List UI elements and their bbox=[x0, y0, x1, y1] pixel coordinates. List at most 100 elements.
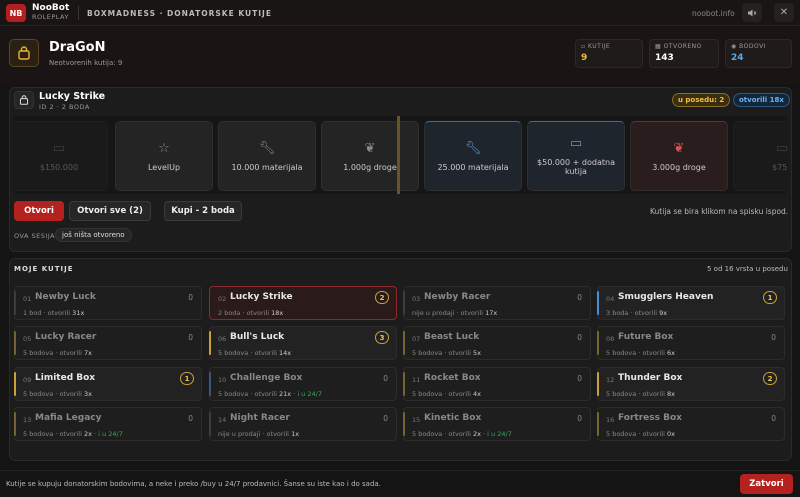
box-card[interactable]: 13 Mafia Legacy 5 bodova · otvorili 2x · i… bbox=[14, 407, 202, 441]
leaf-icon: ❦ bbox=[673, 140, 685, 156]
star-icon: ☆ bbox=[158, 140, 170, 156]
owned-count: 0 bbox=[577, 414, 582, 423]
box-card[interactable]: 05 Lucky Racer 5 bodova · otvorili 7x 0 bbox=[14, 326, 202, 360]
bag-icon bbox=[19, 95, 29, 105]
app-logo: NB bbox=[6, 4, 26, 22]
box-name: Newby Racer bbox=[424, 292, 491, 302]
owned-count-badge: 2 bbox=[375, 291, 389, 304]
stat-value: 9 bbox=[581, 53, 588, 63]
rarity-bar bbox=[403, 372, 405, 396]
box-card[interactable]: 06 Bull's Luck 5 bodova · otvorili 14x 3 bbox=[209, 326, 397, 360]
box-card[interactable]: 12 Thunder Box 5 bodova · otvorili 8x 2 bbox=[597, 367, 785, 401]
cash-icon: ▭ bbox=[52, 140, 66, 156]
box-card[interactable]: 07 Beast Luck 5 bodova · otvorili 5x 0 bbox=[403, 326, 591, 360]
cash-icon: ▭ bbox=[775, 140, 788, 156]
box-name: Future Box bbox=[618, 332, 674, 342]
stat-label: ▫ KUTIJE bbox=[581, 43, 611, 50]
owned-count-badge: 3 bbox=[375, 331, 389, 344]
reel-item: ▭ $150.000 bbox=[12, 121, 108, 191]
brand-sub: ROLEPLAY bbox=[32, 13, 69, 21]
box-number: 05 bbox=[23, 335, 32, 343]
selected-box-id: ID 2 · 2 BODA bbox=[39, 103, 90, 111]
stat-label: ◉ BODOVI bbox=[731, 43, 767, 50]
box-number: 10 bbox=[218, 376, 227, 384]
box-card[interactable]: 11 Rocket Box 5 bodova · otvorili 4x 0 bbox=[403, 367, 591, 401]
rarity-bar bbox=[597, 331, 599, 355]
box-card[interactable]: 16 Fortress Box 5 bodova · otvorili 0x 0 bbox=[597, 407, 785, 441]
owned-count: 0 bbox=[383, 414, 388, 423]
box-meta: 5 bodova · otvorili 21x · i u 24/7 bbox=[218, 390, 322, 398]
bag-icon-box bbox=[9, 39, 39, 67]
box-number: 14 bbox=[218, 416, 227, 424]
box-card[interactable]: 15 Kinetic Box 5 bodova · otvorili 2x · i … bbox=[403, 407, 591, 441]
box-meta: nije u prodaji · otvorili 1x bbox=[218, 430, 300, 438]
owned-count-badge: 2 bbox=[763, 372, 777, 385]
box-meta: 5 bodova · otvorili 8x bbox=[606, 390, 675, 398]
reel-item: ❦ 1.000g droge bbox=[321, 121, 419, 191]
stat-boxes: ▫ KUTIJE 9 bbox=[575, 39, 643, 68]
owned-count: 0 bbox=[577, 333, 582, 342]
owned-count: 0 bbox=[188, 333, 193, 342]
close-button[interactable]: Zatvori bbox=[740, 474, 793, 494]
box-name: Challenge Box bbox=[230, 373, 303, 383]
prize-reel: ▭ $150.000 ☆ LevelUp 🔧︎ 10.000 materijala ❦… bbox=[12, 116, 788, 194]
sound-button[interactable] bbox=[742, 3, 762, 22]
rarity-bar bbox=[597, 412, 599, 436]
box-number: 01 bbox=[23, 295, 32, 303]
reel-item: 🔧︎ 10.000 materijala bbox=[218, 121, 316, 191]
open-all-button[interactable]: Otvori sve (2) bbox=[69, 201, 151, 221]
box-meta: 5 bodova · otvorili 2x · i u 24/7 bbox=[412, 430, 512, 438]
box-number: 06 bbox=[218, 335, 227, 343]
box-name: Limited Box bbox=[35, 373, 96, 383]
box-meta: 5 bodova · otvorili 7x bbox=[23, 349, 92, 357]
rarity-bar bbox=[14, 412, 16, 436]
box-name: Kinetic Box bbox=[424, 413, 482, 423]
rarity-bar bbox=[403, 331, 405, 355]
box-card[interactable]: 14 Night Racer nije u prodaji · otvorili 1… bbox=[209, 407, 397, 441]
stat-label: ▦ OTVORENO bbox=[655, 43, 702, 50]
box-card[interactable]: 04 Smugglers Heaven 3 boda · otvorili 9x 1 bbox=[597, 286, 785, 320]
box-number: 03 bbox=[412, 295, 421, 303]
rarity-bar bbox=[403, 291, 405, 315]
close-icon: ✕ bbox=[779, 7, 789, 18]
owned-pill: u posedu: 2 bbox=[672, 93, 731, 107]
box-card[interactable]: 09 Limited Box 5 bodova · otvorili 3x 1 bbox=[14, 367, 202, 401]
box-meta: nije u prodaji · otvorili 17x bbox=[412, 309, 498, 317]
box-name: Lucky Racer bbox=[35, 332, 97, 342]
box-meta: 5 bodova · otvorili 0x bbox=[606, 430, 675, 438]
stat-points: ◉ BODOVI 24 bbox=[725, 39, 792, 68]
box-name: Night Racer bbox=[230, 413, 290, 423]
box-card[interactable]: 01 Newby Luck 1 bod · otvorili 31x 0 bbox=[14, 286, 202, 320]
box-card[interactable]: 08 Future Box 5 bodova · otvorili 6x 0 bbox=[597, 326, 785, 360]
stat-value: 24 bbox=[731, 53, 744, 63]
bag-icon bbox=[18, 46, 30, 60]
speaker-icon bbox=[748, 9, 757, 16]
site-link[interactable]: noobot.info bbox=[692, 9, 735, 18]
box-name: Bull's Luck bbox=[230, 332, 285, 342]
box-meta: 5 bodova · otvorili 4x bbox=[412, 390, 481, 398]
session-label: OVA SESIJA bbox=[14, 232, 56, 240]
box-meta: 5 bodova · otvorili 6x bbox=[606, 349, 675, 357]
stat-value: 143 bbox=[655, 53, 674, 63]
coin-mini-icon: ◉ bbox=[731, 43, 740, 50]
buy-button[interactable]: Kupi - 2 boda bbox=[164, 201, 242, 221]
box-number: 09 bbox=[23, 376, 32, 384]
open-button[interactable]: Otvori bbox=[14, 201, 64, 221]
rarity-bar bbox=[209, 412, 211, 436]
selected-box-title: Lucky Strike bbox=[39, 91, 106, 102]
unopened-count: Neotvorenih kutija: 9 bbox=[49, 59, 123, 67]
box-card[interactable]: 03 Newby Racer nije u prodaji · otvorili 1… bbox=[403, 286, 591, 320]
window-title: BOXMADNESS · DONATORSKE KUTIJE bbox=[87, 9, 272, 18]
box-number: 08 bbox=[606, 335, 615, 343]
owned-count: 0 bbox=[577, 374, 582, 383]
box-card[interactable]: 10 Challenge Box 5 bodova · otvorili 21x ·… bbox=[209, 367, 397, 401]
reel-item: ☆ LevelUp bbox=[115, 121, 213, 191]
owned-count: 0 bbox=[188, 414, 193, 423]
box-meta: 5 bodova · otvorili 3x bbox=[23, 390, 92, 398]
close-window-button[interactable]: ✕ bbox=[774, 3, 794, 22]
footer-info: Kutije se kupuju donatorskim bodovima, a… bbox=[6, 480, 381, 488]
rarity-bar bbox=[14, 291, 16, 315]
box-card[interactable]: 02 Lucky Strike 2 boda · otvorili 18x 2 bbox=[209, 286, 397, 320]
box-number: 13 bbox=[23, 416, 32, 424]
box-name: Rocket Box bbox=[424, 373, 481, 383]
